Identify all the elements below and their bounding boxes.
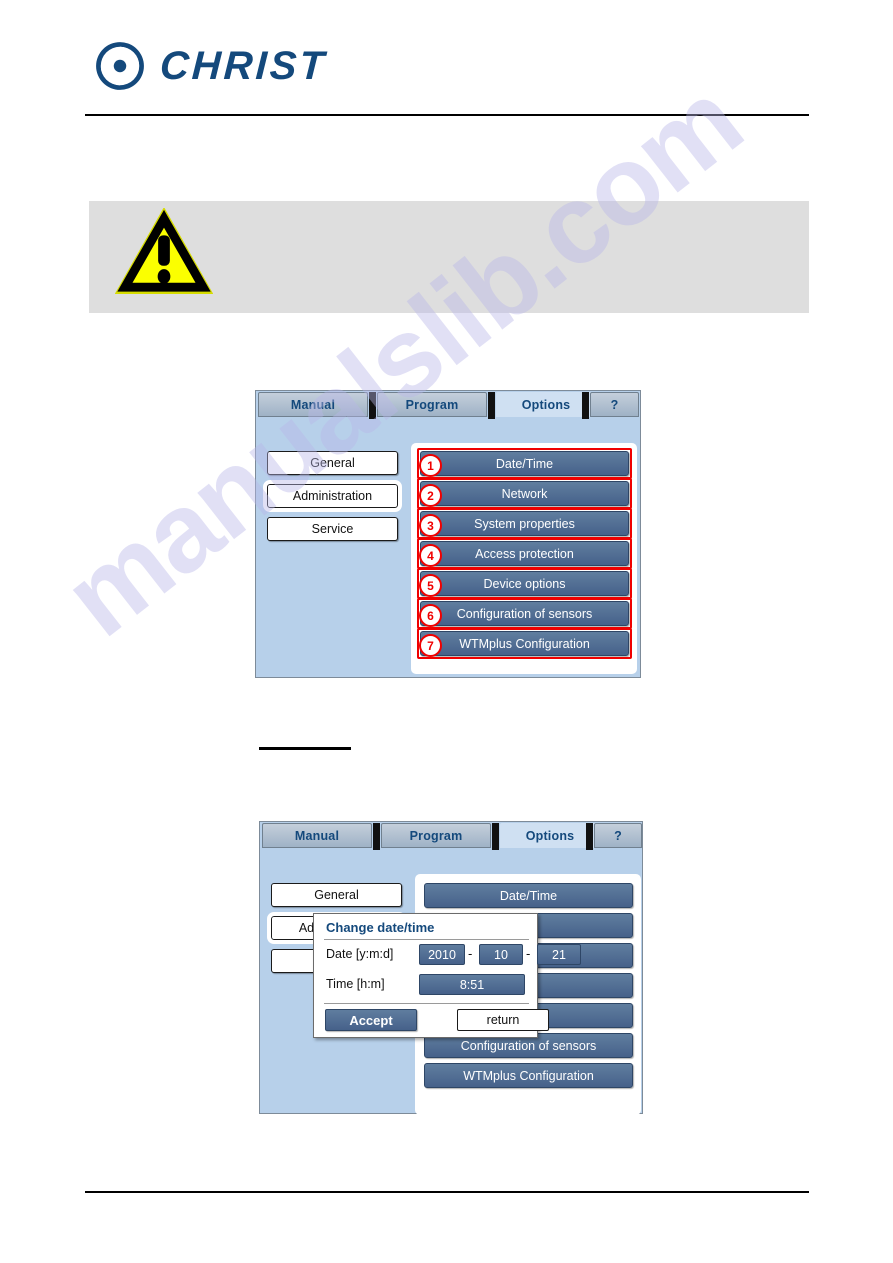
callout-badge-3: 3 xyxy=(419,514,442,537)
tab-bar: Manual Program Options ? xyxy=(260,822,642,850)
callout-badge-1: 1 xyxy=(419,454,442,477)
tab-label: ? xyxy=(610,397,619,412)
tab-separator xyxy=(369,392,376,419)
option-button-wtmplus-configuration[interactable]: WTMplus Configuration xyxy=(420,631,629,656)
sidebar-item-service[interactable]: Service xyxy=(267,517,398,541)
tab-separator xyxy=(586,823,593,850)
brand-wordmark: CHRIST xyxy=(158,44,329,88)
option-button-date-time[interactable]: Date/Time xyxy=(420,451,629,476)
page-header: CHRIST xyxy=(0,0,893,120)
option-button-configuration-of-sensors[interactable]: Configuration of sensors xyxy=(420,601,629,626)
date-year-input[interactable]: 2010 xyxy=(419,944,465,965)
option-button-system-properties[interactable]: System properties xyxy=(420,511,629,536)
dialog-actions-rule xyxy=(324,1003,529,1004)
sidebar-item-general[interactable]: General xyxy=(267,451,398,475)
brand-logo: CHRIST xyxy=(94,40,329,92)
tab-label: Manual xyxy=(294,828,340,843)
option-button-label: Access protection xyxy=(475,546,574,561)
tab-program[interactable]: Program xyxy=(381,823,491,848)
option-button-device-options[interactable]: Device options xyxy=(420,571,629,596)
screen-body: General Administration Service Date/Time… xyxy=(256,419,640,677)
tab-program[interactable]: Program xyxy=(377,392,487,417)
tab-options[interactable]: Options xyxy=(496,392,596,417)
footer-divider xyxy=(85,1191,809,1193)
date-day-input[interactable]: 21 xyxy=(537,944,581,965)
tab-separator xyxy=(492,823,499,850)
option-button-label: WTMplus Configuration xyxy=(463,1068,594,1083)
header-divider xyxy=(85,114,809,116)
date-separator: - xyxy=(468,946,473,961)
date-separator: - xyxy=(526,946,531,961)
device-screen-change-date-time: Manual Program Options ? General Ad Date… xyxy=(259,821,643,1115)
option-button-label: WTMplus Configuration xyxy=(459,636,590,651)
tab-label: ? xyxy=(614,828,622,843)
time-field-label: Time [h:m] xyxy=(326,977,385,991)
option-button-label: Configuration of sensors xyxy=(456,606,593,621)
time-input[interactable]: 8:51 xyxy=(419,974,525,995)
tab-separator xyxy=(582,392,589,419)
option-button-date-time[interactable]: Date/Time xyxy=(424,883,633,908)
change-date-time-dialog: Change date/time Date [y:m:d] 2010 - 10 … xyxy=(313,913,581,1038)
sidebar-item-administration[interactable]: Administration xyxy=(263,480,402,512)
option-button-label: Network xyxy=(501,486,548,501)
device-screen-options-administration: Manual Program Options ? General Adminis… xyxy=(255,390,641,678)
section-rule xyxy=(259,747,351,750)
option-button-label: Date/Time xyxy=(495,456,554,471)
option-button-access-protection[interactable]: Access protection xyxy=(420,541,629,566)
option-button-label: Date/Time xyxy=(499,888,558,903)
warning-triangle-icon xyxy=(115,208,213,295)
sidebar-item-general[interactable]: General xyxy=(271,883,402,907)
tab-label: Manual xyxy=(290,397,336,412)
accept-button[interactable]: Accept xyxy=(325,1009,417,1031)
tab-manual[interactable]: Manual xyxy=(262,823,372,848)
sidebar-item-label: General xyxy=(310,456,355,470)
option-button-network[interactable]: Network xyxy=(420,481,629,506)
screen-body: General Ad Date/Time Configuration of se… xyxy=(260,850,642,1115)
tab-separator xyxy=(488,392,495,419)
christ-swirl-logo-icon xyxy=(96,42,144,90)
tab-label: Program xyxy=(405,397,459,412)
callout-badge-4: 4 xyxy=(419,544,442,567)
dialog-title: Change date/time xyxy=(326,920,435,935)
date-field-label: Date [y:m:d] xyxy=(326,947,394,961)
tab-label: Program xyxy=(409,828,463,843)
date-month-input[interactable]: 10 xyxy=(479,944,523,965)
callout-badge-2: 2 xyxy=(419,484,442,507)
tab-help[interactable]: ? xyxy=(594,823,642,848)
callout-badge-6: 6 xyxy=(419,604,442,627)
option-button-label: Configuration of sensors xyxy=(460,1038,597,1053)
tab-bar: Manual Program Options ? xyxy=(256,391,640,419)
tab-separator xyxy=(373,823,380,850)
option-button-label: System properties xyxy=(474,516,575,531)
warning-note-box xyxy=(89,201,809,313)
option-button-wtmplus-configuration[interactable]: WTMplus Configuration xyxy=(424,1063,633,1088)
tab-label: Options xyxy=(525,828,575,843)
return-button[interactable]: return xyxy=(457,1009,549,1031)
tab-label: Options xyxy=(521,397,571,412)
sidebar-item-label: Ad xyxy=(298,921,315,935)
callout-badge-5: 5 xyxy=(419,574,442,597)
sidebar-item-label: General xyxy=(314,888,359,902)
sidebar-item-label: Service xyxy=(311,522,354,536)
tab-help[interactable]: ? xyxy=(590,392,639,417)
tab-options[interactable]: Options xyxy=(500,823,600,848)
tab-manual[interactable]: Manual xyxy=(258,392,368,417)
sidebar-item-label: Administration xyxy=(292,489,373,503)
option-button-label: Device options xyxy=(483,576,566,591)
dialog-title-rule xyxy=(324,939,529,940)
callout-badge-7: 7 xyxy=(419,634,442,657)
